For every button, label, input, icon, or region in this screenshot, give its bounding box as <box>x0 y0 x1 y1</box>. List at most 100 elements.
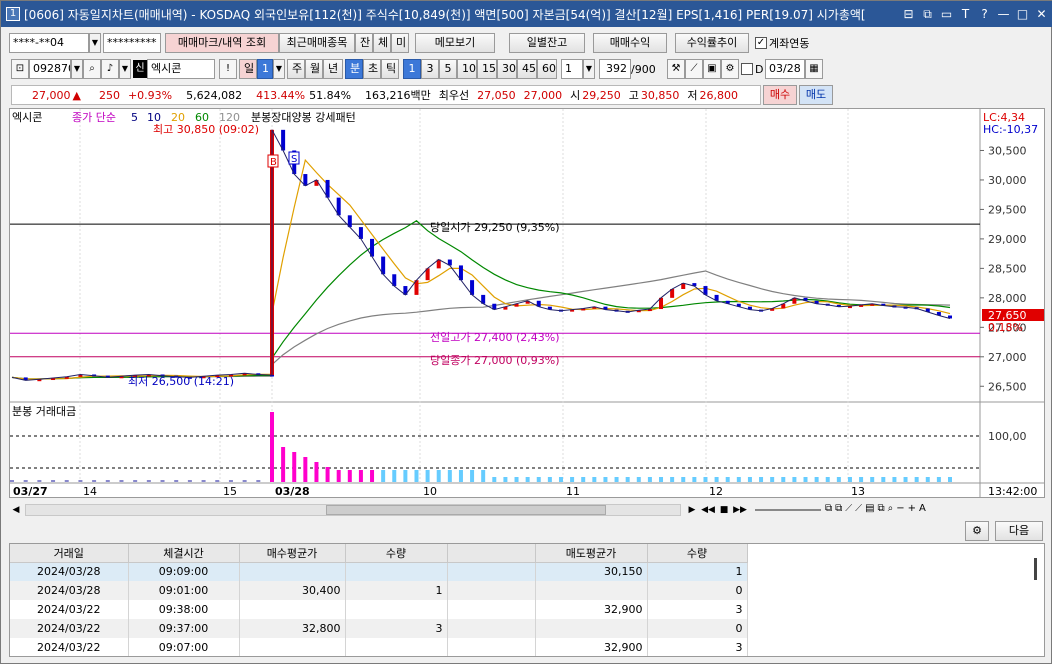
volume-bar <box>447 470 452 482</box>
table-scrollbar[interactable] <box>1034 558 1037 580</box>
d-label: D <box>755 62 764 76</box>
date-input[interactable]: 03/28 <box>765 59 805 79</box>
minute-1-button[interactable]: 1 <box>403 59 421 79</box>
y-tick-label: 28,500 <box>988 262 1027 275</box>
save-icon[interactable]: ▣ <box>703 59 721 79</box>
sound-icon[interactable]: ♪ <box>101 59 119 79</box>
table-cell <box>447 638 536 656</box>
scroll-thumb[interactable] <box>326 505 606 515</box>
period-day-button[interactable]: 일 <box>239 59 257 79</box>
table-cell: 09:37:00 <box>128 619 240 638</box>
memo-button[interactable]: 메모보기 <box>415 33 495 53</box>
minute-3-button[interactable]: 3 <box>421 59 439 79</box>
window-number: 1 <box>6 7 20 21</box>
table-cell: 1 <box>647 562 748 581</box>
period-second-button[interactable]: 초 <box>363 59 381 79</box>
volume-bar <box>215 480 220 482</box>
bars-total: /900 <box>631 62 656 76</box>
table-cell: 3 <box>647 638 748 656</box>
draw-line-icon[interactable]: ⟋ <box>685 59 703 79</box>
period-minute-button[interactable]: 분 <box>345 59 363 79</box>
count-input[interactable]: 1 <box>561 59 583 79</box>
chart-tool-icons[interactable]: ⧉⧉⟋⟋▤⧉⌕−+A <box>825 503 1035 517</box>
tools-icon[interactable]: ⚒ <box>667 59 685 79</box>
table-row[interactable]: 2024/03/22 09:37:00 32,800 3 0 <box>10 619 748 638</box>
volume-bar <box>281 447 286 482</box>
x-tick-label: 13 <box>851 485 865 497</box>
help-icon[interactable]: ? <box>976 6 993 23</box>
volume-bar <box>470 470 475 482</box>
buy-button[interactable]: 매수 <box>763 85 797 105</box>
period-day-count[interactable]: 1 <box>257 59 273 79</box>
table-row[interactable]: 2024/03/22 09:07:00 32,900 3 <box>10 638 748 656</box>
zoom-slider[interactable] <box>755 509 821 511</box>
chart-area[interactable]: 30,500 30,000 29,500 29,000 28,500 28,000 27,5… <box>9 108 1045 498</box>
code-dropdown-icon[interactable]: ▼ <box>71 59 83 79</box>
minute-15-button[interactable]: 15 <box>477 59 497 79</box>
scroll-right-icon[interactable]: ▶ <box>685 503 699 517</box>
volume-bar <box>381 470 386 482</box>
balance-button[interactable]: 잔 <box>355 33 373 53</box>
table-row[interactable]: 2024/03/28 09:09:00 30,150 1 <box>10 562 748 581</box>
x-tick-label: 03/27 <box>13 485 48 497</box>
scroll-left-icon[interactable]: ◀ <box>9 503 23 517</box>
table-row[interactable]: 2024/03/28 09:01:00 30,400 1 0 <box>10 581 748 600</box>
close-button[interactable]: ✕ <box>1033 6 1050 23</box>
recent-trades-button[interactable]: 최근매매종목 <box>279 33 355 53</box>
d-checkbox[interactable] <box>741 63 753 75</box>
daily-balance-button[interactable]: 일별잔고 <box>509 33 585 53</box>
frame-icon[interactable]: ▭ <box>938 6 955 23</box>
count-dropdown-icon[interactable]: ▼ <box>583 59 595 79</box>
calendar-icon[interactable]: ▦ <box>805 59 823 79</box>
fast-forward-icon[interactable]: ▶▶ <box>733 503 747 517</box>
unexecuted-button[interactable]: 미 <box>391 33 409 53</box>
table-settings-icon[interactable]: ⚙ <box>965 521 989 541</box>
sound-dropdown-icon[interactable]: ▼ <box>119 59 131 79</box>
settings-icon[interactable]: ⚙ <box>721 59 739 79</box>
stock-code-input[interactable]: 092870 <box>29 59 71 79</box>
legend-item: 종가 단순 <box>72 111 116 124</box>
font-icon[interactable]: T <box>957 6 974 23</box>
volume-bar <box>636 477 641 482</box>
period-year-button[interactable]: 년 <box>323 59 343 79</box>
period-month-button[interactable]: 월 <box>305 59 323 79</box>
volume-bar <box>948 477 952 482</box>
minimize-button[interactable]: — <box>995 6 1012 23</box>
minute-60-button[interactable]: 60 <box>537 59 557 79</box>
scroll-track[interactable] <box>25 504 681 516</box>
up-arrow-icon: ▲ <box>72 88 81 102</box>
restore-layout-icon[interactable]: ⧉ <box>919 6 936 23</box>
alert-icon[interactable]: ! <box>219 59 237 79</box>
rewind-icon[interactable]: ◀◀ <box>701 503 715 517</box>
password-input[interactable]: ********* <box>103 33 161 53</box>
next-button[interactable]: 다음 <box>995 521 1043 541</box>
period-week-button[interactable]: 주 <box>287 59 305 79</box>
executed-button[interactable]: 체 <box>373 33 391 53</box>
account-input[interactable]: ****-**04 <box>9 33 89 53</box>
layout-icon[interactable]: ⊟ <box>900 6 917 23</box>
search-icon[interactable]: ⌕ <box>83 59 101 79</box>
period-dropdown-icon[interactable]: ▼ <box>273 59 285 79</box>
trade-mark-query-button[interactable]: 매매마크/내역 조회 <box>165 33 279 53</box>
minute-45-button[interactable]: 45 <box>517 59 537 79</box>
account-dropdown-icon[interactable]: ▼ <box>89 33 101 53</box>
table-row[interactable]: 2024/03/22 09:38:00 32,900 3 <box>10 600 748 619</box>
stop-icon[interactable]: ■ <box>717 503 731 517</box>
minute-10-button[interactable]: 10 <box>457 59 477 79</box>
table-cell: 09:38:00 <box>128 600 240 619</box>
period-tick-button[interactable]: 틱 <box>381 59 399 79</box>
maximize-button[interactable]: □ <box>1014 6 1031 23</box>
stock-name-field[interactable]: 엑시콘 <box>147 59 215 79</box>
code-search-icon[interactable]: ⊡ <box>11 59 29 79</box>
return-trend-button[interactable]: 수익률추이 <box>675 33 749 53</box>
volume-bar <box>647 477 652 482</box>
sell-button[interactable]: 매도 <box>799 85 833 105</box>
volume-bar <box>803 477 808 482</box>
trade-profit-button[interactable]: 매매수익 <box>593 33 667 53</box>
minute-30-button[interactable]: 30 <box>497 59 517 79</box>
chart-canvas[interactable]: 30,50030,00029,50029,00028,50028,00027,5… <box>10 109 1044 497</box>
best-quote-label: 최우선 <box>438 89 470 102</box>
minute-5-button[interactable]: 5 <box>439 59 457 79</box>
account-link-checkbox[interactable]: ✓ <box>755 37 767 49</box>
bars-input[interactable]: 392 <box>599 59 631 79</box>
